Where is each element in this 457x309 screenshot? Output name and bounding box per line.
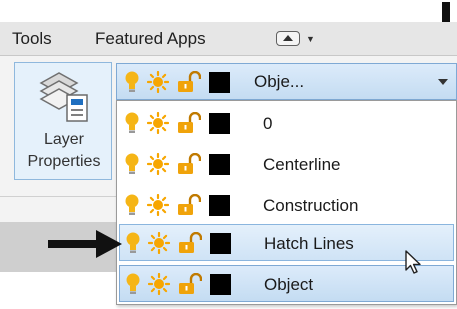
layer-properties-label-line1: Layer — [43, 131, 85, 148]
layer-properties-label-line2: Properties — [27, 153, 101, 170]
eject-icon — [276, 31, 300, 46]
color-swatch[interactable] — [209, 194, 230, 216]
lightbulb-icon[interactable] — [125, 153, 139, 175]
sun-icon[interactable] — [148, 232, 170, 254]
lightbulb-icon[interactable] — [125, 112, 139, 134]
layer-state-icons — [126, 231, 231, 255]
layer-dropdown[interactable]: Obje... — [116, 63, 457, 100]
unlocked-padlock-icon[interactable] — [178, 273, 202, 295]
lightbulb-icon[interactable] — [125, 194, 139, 216]
unlocked-padlock-icon[interactable] — [177, 153, 201, 175]
layer-state-icons — [125, 193, 230, 217]
chevron-down-icon: ▼ — [306, 33, 315, 44]
layer-state-icons — [125, 111, 230, 135]
sun-icon[interactable] — [147, 194, 169, 216]
annotation-arrow-right-icon — [48, 230, 122, 258]
layer-name: Hatch Lines — [264, 234, 354, 253]
layer-name: Centerline — [263, 155, 341, 174]
layer-state-icons — [125, 152, 230, 176]
sun-icon[interactable] — [148, 273, 170, 295]
chevron-down-icon[interactable] — [438, 79, 448, 85]
layer-row-0[interactable]: 0 — [119, 105, 454, 142]
layer-state-icons — [125, 70, 230, 94]
layer-row-centerline[interactable]: Centerline — [119, 146, 454, 183]
sun-icon[interactable] — [147, 112, 169, 134]
color-swatch[interactable] — [209, 112, 230, 134]
color-swatch[interactable] — [210, 232, 231, 254]
unlocked-padlock-icon[interactable] — [177, 71, 201, 93]
lightbulb-icon[interactable] — [126, 232, 140, 254]
unlocked-padlock-icon[interactable] — [178, 232, 202, 254]
layer-state-icons — [126, 272, 231, 296]
color-swatch[interactable] — [209, 71, 230, 93]
ribbon-divider — [0, 196, 118, 197]
color-swatch[interactable] — [209, 153, 230, 175]
layer-name: Construction — [263, 196, 359, 215]
layer-row-construction[interactable]: Construction — [119, 187, 454, 224]
workspace-dropdown-button[interactable]: ▼ — [276, 31, 315, 46]
unlocked-padlock-icon[interactable] — [177, 194, 201, 216]
current-layer-name: Obje... — [254, 72, 305, 91]
color-swatch[interactable] — [210, 273, 231, 295]
unlocked-padlock-icon[interactable] — [177, 112, 201, 134]
menu-bar: Tools Featured Apps ▼ — [0, 22, 457, 56]
lightbulb-icon[interactable] — [126, 273, 140, 295]
sun-icon[interactable] — [147, 153, 169, 175]
layer-name: 0 — [263, 114, 273, 133]
sun-icon[interactable] — [147, 71, 169, 93]
menu-featured-apps[interactable]: Featured Apps — [95, 29, 206, 49]
mouse-cursor-icon — [405, 250, 421, 274]
layer-name: Object — [264, 275, 314, 294]
menu-tools[interactable]: Tools — [12, 29, 52, 49]
lightbulb-icon[interactable] — [125, 71, 139, 93]
layer-properties-icon — [39, 72, 88, 122]
layer-properties-button[interactable]: Layer Properties — [14, 62, 112, 180]
